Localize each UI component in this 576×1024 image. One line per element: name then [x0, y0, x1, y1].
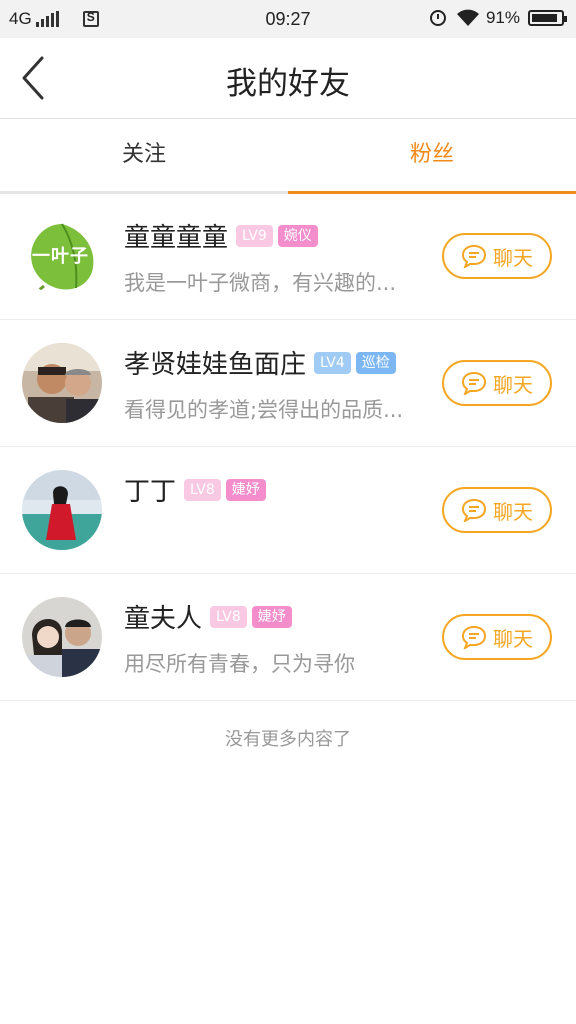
chat-bubble-icon [461, 498, 487, 522]
tab-fans[interactable]: 粉丝 [288, 119, 576, 194]
chat-bubble-icon [461, 371, 487, 395]
chat-button-label: 聊天 [493, 245, 533, 270]
user-name[interactable]: 童童童童 [124, 217, 228, 254]
chat-bubble-icon [461, 625, 487, 649]
chat-button[interactable]: 聊天 [442, 614, 552, 660]
chat-button[interactable]: 聊天 [442, 360, 552, 406]
user-signature: 我是一叶子微商，有兴趣的... [124, 271, 397, 295]
list-item[interactable]: 一叶子 童童童童 LV9 婉仪 我是一叶子微商，有兴趣的... 聊天 [0, 193, 576, 320]
level-badge: LV8 [184, 478, 221, 501]
avatar[interactable] [22, 470, 102, 550]
battery-percent: 91% [485, 8, 520, 27]
avatar[interactable] [22, 597, 102, 677]
user-photo-icon [22, 470, 102, 550]
name-line: 丁丁 LV8 婕妤 [124, 471, 271, 508]
list-item[interactable]: 童夫人 LV8 婕妤 用尽所有青春，只为寻你 聊天 [0, 574, 576, 701]
page-title: 我的好友 [226, 66, 350, 102]
user-photo-icon [22, 343, 102, 423]
app-header: 我的好友 [0, 38, 576, 119]
list-item[interactable]: 孝贤娃娃鱼面庄 LV4 巡检 看得见的孝道;尝得出的品质... 聊天 [0, 320, 576, 447]
avatar[interactable] [22, 343, 102, 423]
user-name[interactable]: 童夫人 [124, 598, 202, 635]
chat-button-label: 聊天 [493, 626, 533, 651]
status-bar: 4G 09:27 91% [0, 0, 576, 38]
name-line: 孝贤娃娃鱼面庄 LV4 巡检 [124, 344, 401, 381]
title-badge: 婉仪 [277, 224, 318, 247]
user-name[interactable]: 孝贤娃娃鱼面庄 [124, 344, 306, 381]
tab-bar: 关注 粉丝 [0, 119, 576, 194]
user-signature: 看得见的孝道;尝得出的品质... [124, 398, 404, 422]
fans-list: 一叶子 童童童童 LV9 婉仪 我是一叶子微商，有兴趣的... 聊天 孝贤娃娃鱼… [0, 193, 576, 701]
tab-following[interactable]: 关注 [0, 119, 288, 191]
avatar[interactable]: 一叶子 [22, 216, 102, 296]
user-photo-icon [22, 597, 102, 677]
level-badge: LV9 [236, 224, 273, 247]
user-signature: 用尽所有青春，只为寻你 [124, 652, 355, 676]
avatar-logo-text: 一叶子 [32, 246, 89, 267]
user-name[interactable]: 丁丁 [124, 471, 176, 508]
name-line: 童童童童 LV9 婉仪 [124, 217, 323, 254]
title-badge: 巡检 [355, 351, 396, 374]
status-right: 91% [429, 8, 567, 28]
alarm-icon [429, 10, 446, 26]
chat-button[interactable]: 聊天 [442, 487, 552, 533]
level-badge: LV8 [210, 605, 247, 628]
no-more-content: 没有更多内容了 [225, 729, 351, 750]
chat-button[interactable]: 聊天 [442, 233, 552, 279]
chat-button-label: 聊天 [493, 499, 533, 524]
chat-bubble-icon [461, 244, 487, 268]
wifi-icon [456, 9, 479, 26]
list-item[interactable]: 丁丁 LV8 婕妤 聊天 [0, 447, 576, 574]
chat-button-label: 聊天 [493, 372, 533, 397]
title-badge: 婕妤 [225, 478, 266, 501]
level-badge: LV4 [314, 351, 351, 374]
battery-icon [528, 10, 567, 26]
title-badge: 婕妤 [251, 605, 292, 628]
name-line: 童夫人 LV8 婕妤 [124, 598, 297, 635]
